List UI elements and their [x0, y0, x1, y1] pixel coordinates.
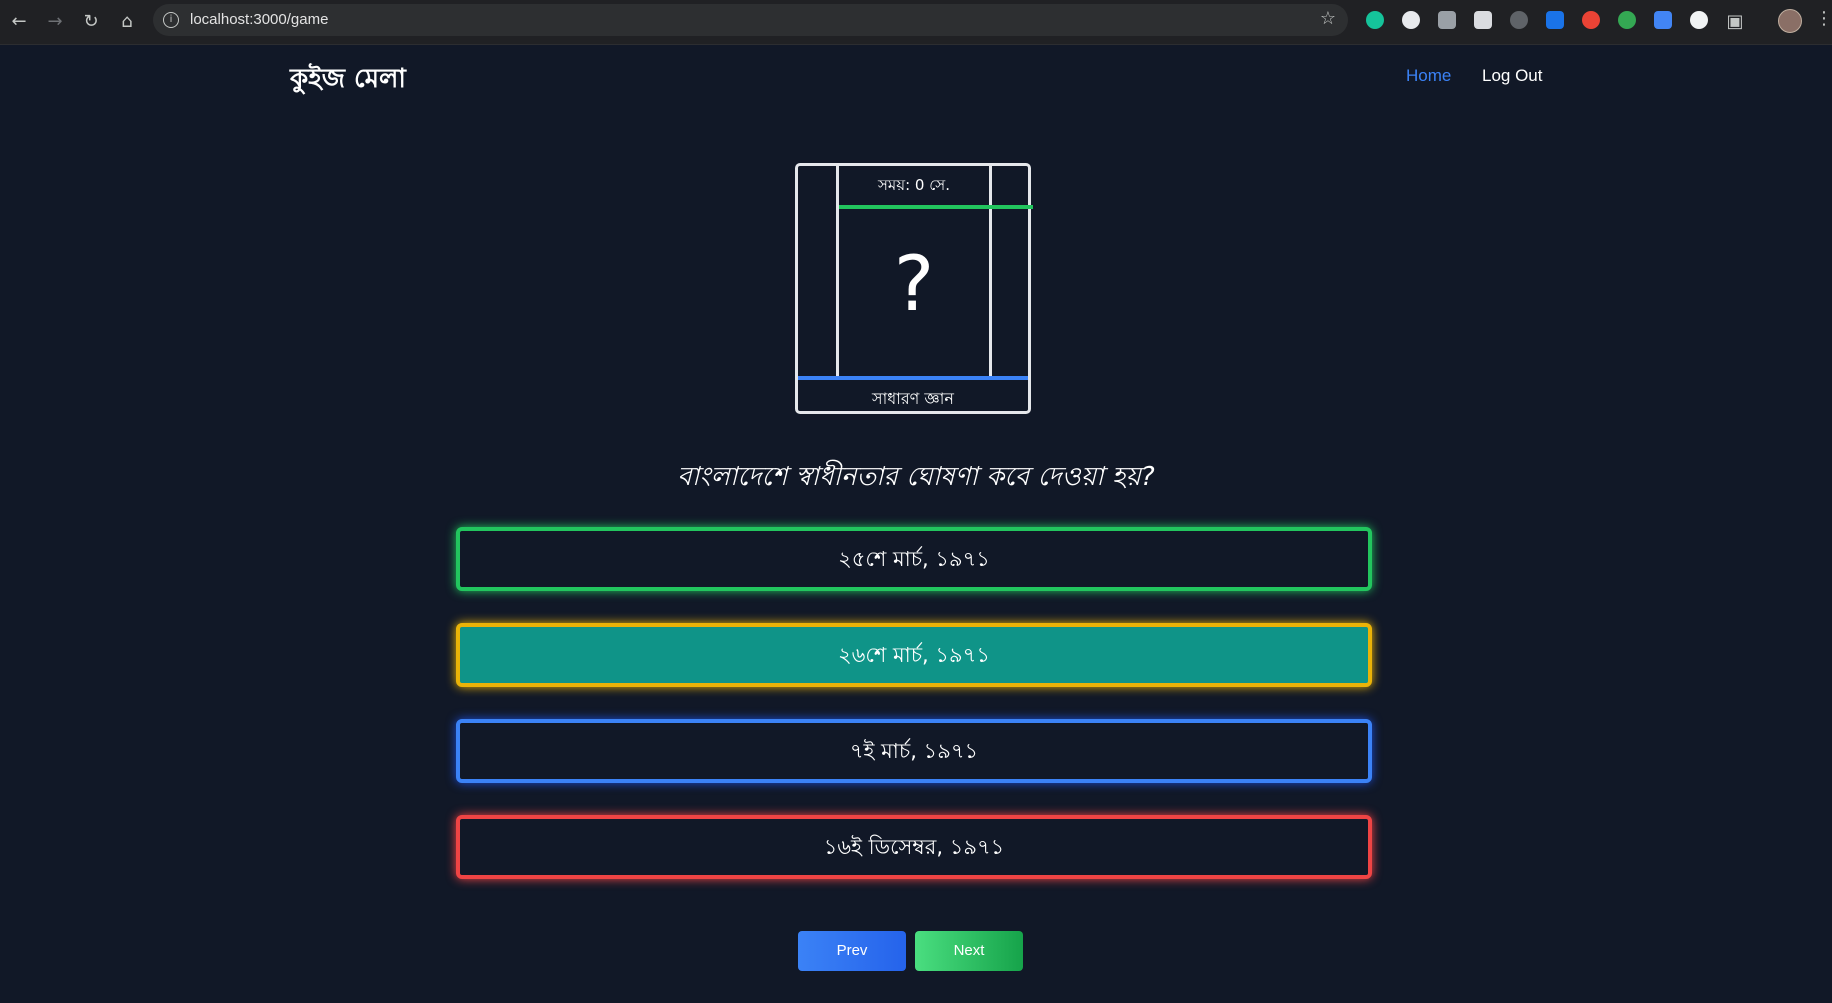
answer-option-2[interactable]: ২৬শে মার্চ, ১৯৭১	[456, 623, 1372, 687]
blue-extension-icon[interactable]	[1546, 11, 1564, 29]
address-bar[interactable]: i localhost:3000/game ☆	[153, 4, 1348, 36]
window-extension-icon[interactable]	[1474, 11, 1492, 29]
url-text[interactable]: localhost:3000/game	[190, 11, 328, 28]
question-card: সময়: 0 সে. ? সাধারণ জ্ঞান	[795, 163, 1033, 414]
triangle-extension-icon[interactable]	[1690, 11, 1708, 29]
star-icon[interactable]: ☆	[1320, 8, 1336, 29]
info-icon[interactable]: i	[163, 12, 179, 28]
bug-extension-icon[interactable]	[1510, 11, 1528, 29]
answer-option-4[interactable]: ১৬ই ডিসেম্বর, ১৯৭১	[456, 815, 1372, 879]
brand-logo[interactable]: কুইজ মেলা	[290, 58, 406, 102]
timer-label: সময়: 0 সে.	[878, 176, 950, 194]
next-button[interactable]: Next	[915, 931, 1023, 971]
extensions-icon[interactable]: ▣	[1722, 9, 1748, 35]
menu-icon[interactable]: ⋮	[1815, 8, 1832, 29]
red-extension-icon[interactable]	[1582, 11, 1600, 29]
category-divider	[798, 376, 1028, 380]
reload-icon[interactable]: ↻	[78, 9, 104, 35]
nav-logout-link[interactable]: Log Out	[1482, 66, 1543, 86]
answer-option-1[interactable]: ২৫শে মার্চ, ১৯৭১	[456, 527, 1372, 591]
back-icon[interactable]: ←	[6, 9, 32, 35]
camera-extension-icon[interactable]	[1438, 11, 1456, 29]
answer-option-3[interactable]: ৭ই মার্চ, ১৯৭১	[456, 719, 1372, 783]
card-divider	[989, 166, 992, 378]
extension-icon[interactable]	[1402, 11, 1420, 29]
grammarly-extension-icon[interactable]	[1366, 11, 1384, 29]
translate-extension-icon[interactable]	[1654, 11, 1672, 29]
timer-progress	[839, 205, 1033, 209]
green-extension-icon[interactable]	[1618, 11, 1636, 29]
forward-icon[interactable]: →	[42, 9, 68, 35]
question-mark: ?	[893, 239, 935, 328]
category-label: সাধারণ জ্ঞান	[872, 389, 954, 408]
question-text: বাংলাদেশে স্বাধীনতার ঘোষণা কবে দেওয়া হয…	[677, 462, 1155, 492]
profile-avatar[interactable]	[1778, 9, 1802, 33]
prev-button[interactable]: Prev	[798, 931, 906, 971]
home-icon[interactable]: ⌂	[114, 9, 140, 35]
browser-toolbar: ← → ↻ ⌂ i localhost:3000/game ☆ ▣ ⋮	[0, 0, 1832, 45]
nav-home-link[interactable]: Home	[1406, 66, 1451, 86]
